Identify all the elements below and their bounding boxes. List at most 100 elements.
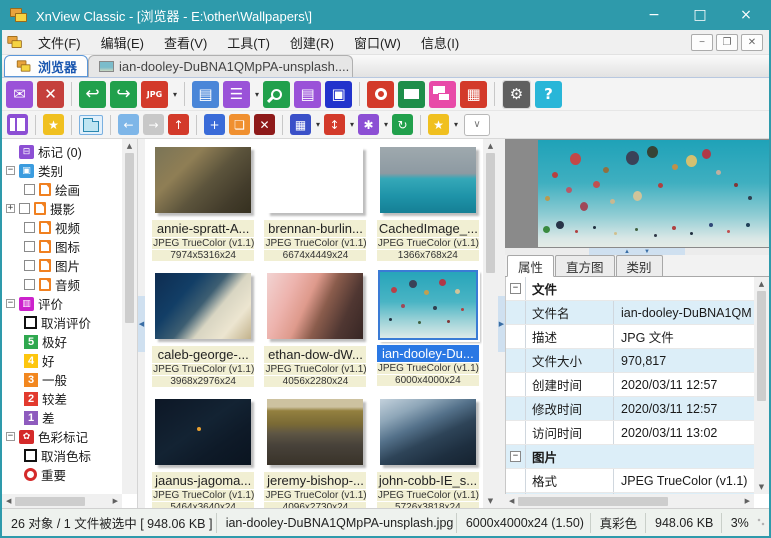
- tree-item-rating-4[interactable]: 4好: [2, 351, 121, 370]
- property-row-accessed[interactable]: 访问时间2020/03/11 13:02: [506, 421, 754, 445]
- thumbnail-image[interactable]: [155, 147, 251, 213]
- close-button[interactable]: ×: [723, 0, 769, 30]
- label-dropdown-icon[interactable]: ▾: [384, 120, 388, 129]
- tree-item-categories[interactable]: −▣类别: [2, 161, 121, 180]
- collapse-icon[interactable]: −: [6, 299, 15, 308]
- convert-icon[interactable]: JPG: [141, 81, 168, 108]
- thumbnail-image[interactable]: [267, 399, 363, 465]
- thumbnail-jeremy[interactable]: jeremy-bishop-... JPEG TrueColor (v1.1) …: [261, 395, 369, 508]
- label-tool-icon[interactable]: ✱: [358, 114, 379, 135]
- thumbnail-image[interactable]: [155, 399, 251, 465]
- settings-button[interactable]: ⚙: [502, 80, 531, 109]
- resize-grip[interactable]: [757, 518, 767, 528]
- scroll-left-icon[interactable]: ◀: [2, 497, 15, 505]
- view-list-dropdown-icon[interactable]: ▾: [255, 90, 259, 99]
- tree-item-rating-1[interactable]: 1差: [2, 408, 121, 427]
- splitter-down-icon[interactable]: ▼: [644, 249, 650, 255]
- mail-icon[interactable]: ✉: [6, 81, 33, 108]
- view-list-icon[interactable]: ☰: [223, 81, 250, 108]
- info-splitter[interactable]: ▲▼: [505, 248, 769, 255]
- search-icon[interactable]: [263, 81, 290, 108]
- folder-stack-icon[interactable]: ❏: [229, 114, 250, 135]
- tree-item-icons[interactable]: 图标: [2, 237, 121, 256]
- collapse-icon[interactable]: −: [6, 432, 15, 441]
- screen-icon[interactable]: [398, 81, 425, 108]
- tree-item-color-labels[interactable]: −✿色彩标记: [2, 427, 121, 446]
- checkbox[interactable]: [24, 241, 35, 252]
- thumbnail-ian-selected[interactable]: ian-dooley-Du... JPEG TrueColor (v1.1) 6…: [374, 269, 482, 395]
- slideshow-icon[interactable]: ▣: [325, 81, 352, 108]
- property-vertical-scrollbar[interactable]: ▲ ▼: [754, 277, 769, 494]
- capture-icon[interactable]: [367, 81, 394, 108]
- menu-info[interactable]: 信息(I): [411, 30, 469, 55]
- scrollbar-thumb[interactable]: [518, 497, 668, 506]
- tree-horizontal-scrollbar[interactable]: ◀ ▶: [2, 494, 122, 508]
- scroll-right-icon[interactable]: ▶: [109, 497, 122, 505]
- scroll-up-icon[interactable]: ▲: [127, 139, 132, 153]
- property-row-format[interactable]: 格式JPEG TrueColor (v1.1): [506, 469, 754, 493]
- tree-item-rating[interactable]: −▥评价: [2, 294, 121, 313]
- tree-item-pictures[interactable]: 图片: [2, 256, 121, 275]
- tree-splitter[interactable]: ◀: [138, 139, 145, 508]
- mdi-close-button[interactable]: ✕: [741, 34, 763, 51]
- tree-item-unrate[interactable]: 取消评价: [2, 313, 121, 332]
- tree-item-important[interactable]: 重要: [2, 465, 121, 484]
- toolbar-overflow-button[interactable]: ∨: [464, 114, 490, 136]
- menu-file[interactable]: 文件(F): [28, 30, 91, 55]
- favorites-icon[interactable]: ★: [43, 114, 64, 135]
- dual-monitor-icon[interactable]: [429, 81, 456, 108]
- collapse-icon[interactable]: −: [6, 166, 15, 175]
- property-row-modified[interactable]: 修改时间2020/03/11 12:57: [506, 397, 754, 421]
- sort-icon[interactable]: ↕: [324, 114, 345, 135]
- thumbnail-ethan[interactable]: ethan-dow-dW... JPEG TrueColor (v1.1) 40…: [261, 269, 369, 395]
- property-group-file[interactable]: − 文件: [506, 277, 754, 301]
- tree-item-uncolor[interactable]: 取消色标: [2, 446, 121, 465]
- tree-item-rating-2[interactable]: 2较差: [2, 389, 121, 408]
- property-row-filename[interactable]: 文件名ian-dooley-DuBNA1QM: [506, 301, 754, 325]
- properties-icon[interactable]: ▤: [192, 81, 219, 108]
- mdi-restore-button[interactable]: ❐: [716, 34, 738, 51]
- splitter-expand-icon[interactable]: ▶: [498, 296, 505, 352]
- view-mode-dropdown-icon[interactable]: ▾: [316, 120, 320, 129]
- scrollbar-thumb[interactable]: [15, 497, 85, 506]
- thumbnail-cachedimage[interactable]: CachedImage_... JPEG TrueColor (v1.1) 13…: [374, 143, 482, 269]
- print-icon[interactable]: ▤: [294, 81, 321, 108]
- collapse-icon[interactable]: −: [510, 451, 521, 462]
- rating-dropdown-icon[interactable]: ▾: [454, 120, 458, 129]
- rating-star-icon[interactable]: ★: [428, 114, 449, 135]
- contact-sheet-icon[interactable]: ▦: [460, 81, 487, 108]
- preview-splitter[interactable]: ▶: [498, 139, 505, 508]
- scroll-down-icon[interactable]: ▼: [759, 480, 764, 494]
- tree-item-audio[interactable]: 音频: [2, 275, 121, 294]
- nav-back-icon[interactable]: ←: [118, 114, 139, 135]
- property-horizontal-scrollbar[interactable]: ◀ ▶: [505, 494, 754, 508]
- splitter-up-icon[interactable]: ▲: [624, 249, 630, 255]
- checkbox[interactable]: [19, 203, 30, 214]
- thumbnail-image[interactable]: [380, 147, 476, 213]
- expand-icon[interactable]: +: [6, 204, 15, 213]
- tab-categories[interactable]: 类别: [616, 255, 663, 276]
- open-folder-icon[interactable]: +: [204, 114, 225, 135]
- delete-icon[interactable]: ✕: [254, 114, 275, 135]
- property-row-description[interactable]: 描述JPG 文件: [506, 325, 754, 349]
- collapse-icon[interactable]: −: [510, 283, 521, 294]
- minimize-button[interactable]: −: [631, 0, 677, 30]
- tree-item-rating-5[interactable]: 5极好: [2, 332, 121, 351]
- mdi-minimize-button[interactable]: −: [691, 34, 713, 51]
- thumbnail-jaanus[interactable]: jaanus-jagoma... JPEG TrueColor (v1.1) 5…: [149, 395, 257, 508]
- maximize-button[interactable]: □: [677, 0, 723, 30]
- scrollbar-thumb[interactable]: [486, 153, 495, 273]
- tree-vertical-scrollbar[interactable]: ▲: [122, 139, 137, 494]
- tree-item-photography[interactable]: +摄影: [2, 199, 121, 218]
- preview-pane[interactable]: [505, 139, 769, 248]
- checkbox[interactable]: [24, 260, 35, 271]
- tab-properties[interactable]: 属性: [507, 255, 554, 277]
- tree-item-rating-3[interactable]: 3一般: [2, 370, 121, 389]
- panes-toggle-icon[interactable]: [7, 114, 28, 135]
- thumbnail-image[interactable]: [378, 270, 478, 340]
- thumbnail-image[interactable]: [380, 399, 476, 465]
- folder-pane-toggle[interactable]: [79, 115, 103, 135]
- sort-dropdown-icon[interactable]: ▾: [350, 120, 354, 129]
- scroll-left-icon[interactable]: ◀: [505, 497, 518, 505]
- checkbox[interactable]: [24, 222, 35, 233]
